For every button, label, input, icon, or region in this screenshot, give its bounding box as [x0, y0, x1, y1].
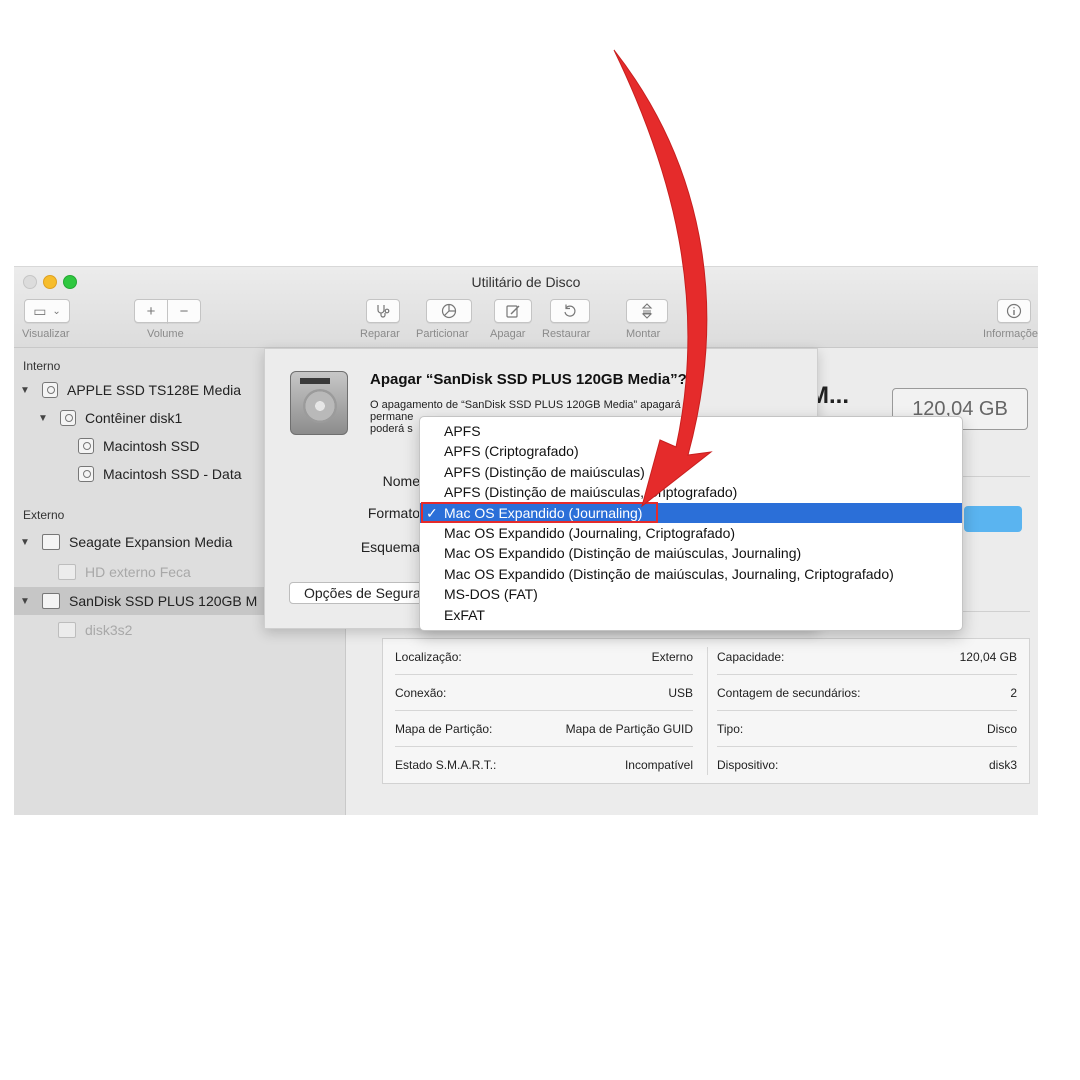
annotation-arrow-icon — [613, 49, 713, 508]
